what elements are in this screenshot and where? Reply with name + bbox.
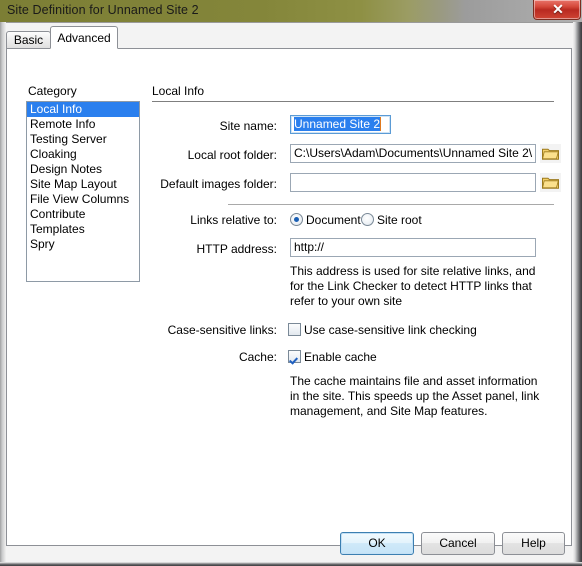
category-item-site-map-layout[interactable]: Site Map Layout bbox=[27, 177, 139, 192]
folder-icon bbox=[542, 148, 559, 160]
close-button[interactable]: ✕ bbox=[533, 0, 581, 20]
checkbox-unchecked-icon bbox=[288, 323, 301, 336]
folder-icon bbox=[542, 177, 559, 189]
http-address-label: HTTP address: bbox=[196, 242, 277, 256]
section-divider-middle bbox=[228, 204, 554, 205]
section-title: Local Info bbox=[152, 84, 205, 98]
category-heading: Category bbox=[28, 84, 77, 98]
advanced-tab-panel: Category Local Info Remote Info Testing … bbox=[6, 48, 572, 546]
close-icon: ✕ bbox=[552, 1, 564, 17]
tab-strip: Basic Advanced bbox=[6, 26, 572, 49]
radio-selected-icon bbox=[290, 213, 303, 226]
ok-button[interactable]: OK bbox=[340, 532, 414, 555]
cache-help-text: The cache maintains file and asset infor… bbox=[290, 374, 540, 418]
case-sensitive-links-checkbox[interactable]: Use case-sensitive link checking bbox=[288, 323, 477, 337]
local-root-folder-input[interactable]: C:\Users\Adam\Documents\Unnamed Site 2\ bbox=[290, 144, 536, 163]
tab-advanced[interactable]: Advanced bbox=[50, 26, 118, 49]
title-bar: Site Definition for Unnamed Site 2 ✕ bbox=[0, 0, 582, 22]
category-item-templates[interactable]: Templates bbox=[27, 222, 139, 237]
window-title: Site Definition for Unnamed Site 2 bbox=[7, 3, 199, 17]
section-divider-top bbox=[152, 101, 554, 102]
category-item-remote-info[interactable]: Remote Info bbox=[27, 117, 139, 132]
radio-site-root-label: Site root bbox=[377, 213, 422, 227]
local-root-folder-browse-button[interactable] bbox=[540, 144, 561, 163]
site-name-input[interactable]: Unnamed Site 2 bbox=[290, 115, 391, 134]
window-frame-bottom bbox=[0, 562, 582, 566]
dialog-client-area: Basic Advanced Category Local Info Remot… bbox=[0, 22, 582, 566]
category-item-contribute[interactable]: Contribute bbox=[27, 207, 139, 222]
case-sensitive-links-checkbox-label: Use case-sensitive link checking bbox=[304, 323, 477, 337]
local-root-folder-label: Local root folder: bbox=[187, 148, 277, 162]
category-item-spry[interactable]: Spry bbox=[27, 237, 139, 252]
category-item-file-view-columns[interactable]: File View Columns bbox=[27, 192, 139, 207]
window-frame-right bbox=[573, 22, 582, 566]
cache-checkbox-label: Enable cache bbox=[304, 350, 377, 364]
site-name-value: Unnamed Site 2 bbox=[294, 117, 382, 131]
window-frame-left bbox=[0, 22, 6, 566]
cache-checkbox[interactable]: Enable cache bbox=[288, 350, 377, 364]
checkbox-checked-icon bbox=[288, 350, 301, 363]
links-relative-to-label: Links relative to: bbox=[190, 213, 277, 227]
http-address-input[interactable]: http:// bbox=[290, 238, 536, 257]
category-item-cloaking[interactable]: Cloaking bbox=[27, 147, 139, 162]
default-images-folder-label: Default images folder: bbox=[160, 177, 277, 191]
category-item-testing-server[interactable]: Testing Server bbox=[27, 132, 139, 147]
radio-site-root[interactable]: Site root bbox=[361, 213, 422, 227]
default-images-folder-browse-button[interactable] bbox=[540, 173, 561, 192]
tab-basic[interactable]: Basic bbox=[6, 31, 51, 49]
category-listbox[interactable]: Local Info Remote Info Testing Server Cl… bbox=[26, 101, 140, 282]
cancel-button[interactable]: Cancel bbox=[421, 532, 495, 555]
site-name-label: Site name: bbox=[219, 119, 277, 133]
default-images-folder-input[interactable] bbox=[290, 173, 536, 192]
category-item-design-notes[interactable]: Design Notes bbox=[27, 162, 139, 177]
radio-unselected-icon bbox=[361, 213, 374, 226]
category-item-local-info[interactable]: Local Info bbox=[27, 102, 139, 117]
site-definition-dialog: Site Definition for Unnamed Site 2 ✕ Bas… bbox=[0, 0, 582, 566]
http-address-help-text: This address is used for site relative l… bbox=[290, 264, 536, 308]
radio-document-label: Document bbox=[306, 213, 361, 227]
help-button[interactable]: Help bbox=[502, 532, 565, 555]
cache-label: Cache: bbox=[238, 350, 277, 364]
radio-document[interactable]: Document bbox=[290, 213, 361, 227]
case-sensitive-links-label: Case-sensitive links: bbox=[167, 323, 277, 337]
